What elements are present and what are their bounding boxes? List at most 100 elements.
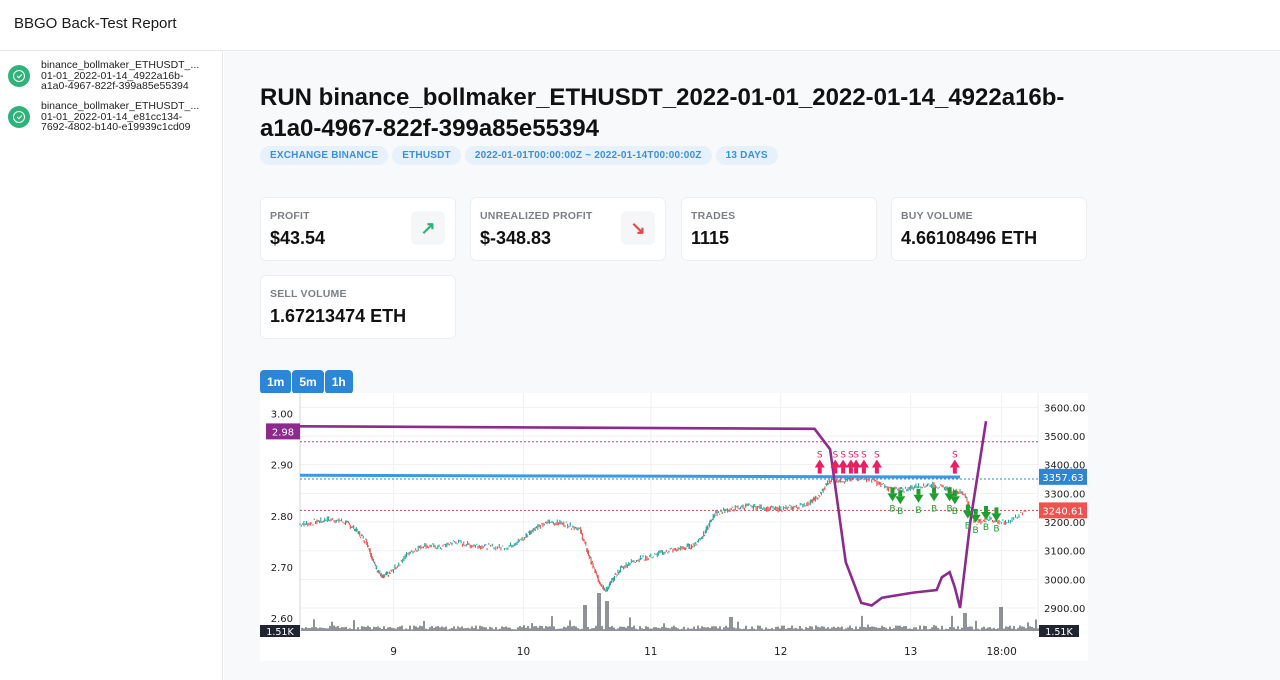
left-axis-tick-label: 3.00 — [271, 409, 293, 420]
date-range-badge: 2022-01-01T00:00:00Z ~ 2022-01-14T00:00:… — [464, 146, 712, 165]
profit-line — [299, 420, 988, 609]
sell-marker-arrow — [949, 459, 960, 468]
volume-left-label: 1.51K — [266, 627, 294, 638]
buy-marker-stem — [952, 490, 957, 497]
sell-marker-label: S — [853, 451, 859, 461]
sell-marker-stem — [817, 467, 822, 474]
sell-marker-stem — [952, 467, 957, 474]
sell-marker-stem — [874, 467, 879, 474]
arrow-up-right-icon: ↗ — [411, 211, 445, 245]
buy-marker-label: B — [952, 507, 958, 517]
left-axis-tick-label: 2.70 — [271, 563, 293, 574]
last-price-label: 3240.61 — [1042, 506, 1083, 517]
run-label: binance_bollmaker_ETHUSDT_... 01-01_2022… — [41, 59, 200, 92]
card-value: 1.67213474 ETH — [270, 306, 407, 326]
x-tick-label: 11 — [644, 646, 657, 658]
right-axis-tick-label: 3200.00 — [1044, 518, 1085, 529]
success-check-icon — [8, 106, 30, 128]
right-axis-tick-label: 3100.00 — [1044, 547, 1085, 558]
sell-marker-label: S — [861, 451, 867, 461]
sidebar-run-item[interactable]: binance_bollmaker_ETHUSDT_... 01-01_2022… — [8, 101, 220, 133]
volume-right-label: 1.51K — [1045, 627, 1073, 638]
left-axis-tick-label: 2.90 — [271, 461, 293, 472]
buy-marker-label: B — [897, 507, 903, 517]
buy-marker-label: B — [931, 504, 937, 514]
left-axis-tick-label: 2.80 — [271, 512, 293, 523]
avg-cost-price-label: 3357.63 — [1042, 473, 1083, 484]
sell-marker-stem — [854, 467, 859, 474]
buy-marker-label: B — [983, 523, 989, 533]
card-label: TRADES — [691, 210, 736, 222]
x-tick-label: 10 — [517, 646, 530, 658]
backtest-chart[interactable]: 9 10 11 12 13 18:00 3600.00 3500.00 3400.00 3300.… — [260, 393, 1088, 661]
card-value: 1115 — [691, 228, 730, 248]
buy-volume-card: BUY VOLUME 4.66108496 ETH — [891, 197, 1087, 261]
buy-marker-stem — [973, 508, 978, 515]
interval-1h-button[interactable]: 1h — [324, 370, 353, 394]
x-tick-label: 12 — [774, 646, 787, 658]
buy-marker-stem — [984, 506, 989, 512]
card-label: SELL VOLUME — [270, 288, 347, 300]
buy-marker-stem — [890, 487, 895, 494]
sell-marker-label: S — [817, 451, 823, 461]
duration-badge: 13 DAYS — [715, 146, 778, 165]
right-axis-tick-label: 3000.00 — [1044, 575, 1085, 586]
buy-marker-label: B — [889, 504, 895, 514]
trades-card: TRADES 1115 — [681, 197, 877, 261]
buy-marker-arrow — [887, 493, 898, 502]
buy-marker-arrow — [913, 494, 924, 503]
card-value: $-348.83 — [480, 228, 552, 248]
x-tick-label: 18:00 — [986, 646, 1016, 658]
sell-marker-arrow — [858, 459, 869, 468]
card-label: PROFIT — [270, 210, 310, 222]
right-axis-tick-label: 2900.00 — [1044, 604, 1085, 615]
profit-value-label: 2.98 — [272, 427, 294, 438]
x-tick-label: 9 — [390, 646, 397, 658]
sidebar-run-item[interactable]: binance_bollmaker_ETHUSDT_... 01-01_2022… — [8, 60, 220, 92]
sell-marker-arrow — [814, 459, 825, 468]
card-label: UNREALIZED PROFIT — [480, 210, 593, 222]
sell-marker-stem — [861, 467, 866, 474]
run-badges: EXCHANGE BINANCE ETHUSDT 2022-01-01T00:0… — [260, 146, 778, 165]
sell-marker-stem — [833, 467, 838, 474]
buy-marker-arrow — [929, 493, 940, 502]
app-title: BBGO Back-Test Report — [14, 15, 177, 32]
buy-marker-label: B — [965, 522, 971, 532]
buy-marker-stem — [916, 488, 921, 495]
sell-marker-arrow — [871, 459, 882, 468]
buy-marker-stem — [965, 504, 970, 511]
report-main: RUN binance_bollmaker_ETHUSDT_2022-01-01… — [224, 52, 1280, 680]
sell-marker-arrow — [838, 459, 849, 468]
sell-marker-stem — [848, 467, 853, 474]
profit-card: PROFIT $43.54 ↗ — [260, 197, 456, 261]
chart-svg[interactable]: 9 10 11 12 13 18:003600.003500.003400.003300.… — [260, 393, 1088, 661]
sidebar: binance_bollmaker_ETHUSDT_... 01-01_2022… — [0, 51, 223, 680]
interval-1m-button[interactable]: 1m — [260, 370, 292, 394]
page-title: RUN binance_bollmaker_ETHUSDT_2022-01-01… — [260, 84, 1065, 142]
buy-marker-stem — [932, 487, 937, 494]
left-axis-tick-label: 2.60 — [271, 614, 293, 625]
sell-volume-card: SELL VOLUME 1.67213474 ETH — [260, 275, 456, 339]
run-label: binance_bollmaker_ETHUSDT_... 01-01_2022… — [41, 100, 200, 133]
buy-marker-label: B — [973, 526, 979, 536]
success-check-icon — [8, 65, 30, 87]
sell-marker-label: S — [832, 451, 838, 461]
interval-selector: 1m 5m 1h — [260, 370, 353, 394]
symbol-badge: ETHUSDT — [392, 146, 461, 165]
unrealized-profit-card: UNREALIZED PROFIT $-348.83 ↘ — [470, 197, 666, 261]
card-value: 4.66108496 ETH — [901, 228, 1038, 248]
buy-marker-label: B — [915, 506, 921, 516]
avg-cost-line — [299, 473, 961, 479]
exchange-badge: EXCHANGE BINANCE — [260, 146, 389, 165]
buy-marker-stem — [898, 490, 903, 497]
x-tick-label: 13 — [904, 646, 917, 658]
sell-marker-label: S — [840, 451, 846, 461]
card-label: BUY VOLUME — [901, 210, 973, 222]
sell-marker-label: S — [952, 451, 958, 461]
buy-marker-arrow — [949, 496, 960, 505]
arrow-down-right-icon: ↘ — [621, 211, 655, 245]
right-axis-tick-label: 3300.00 — [1044, 489, 1085, 500]
interval-5m-button[interactable]: 5m — [292, 370, 324, 394]
sell-marker-stem — [841, 467, 846, 474]
right-axis-tick-label: 3500.00 — [1044, 432, 1085, 443]
